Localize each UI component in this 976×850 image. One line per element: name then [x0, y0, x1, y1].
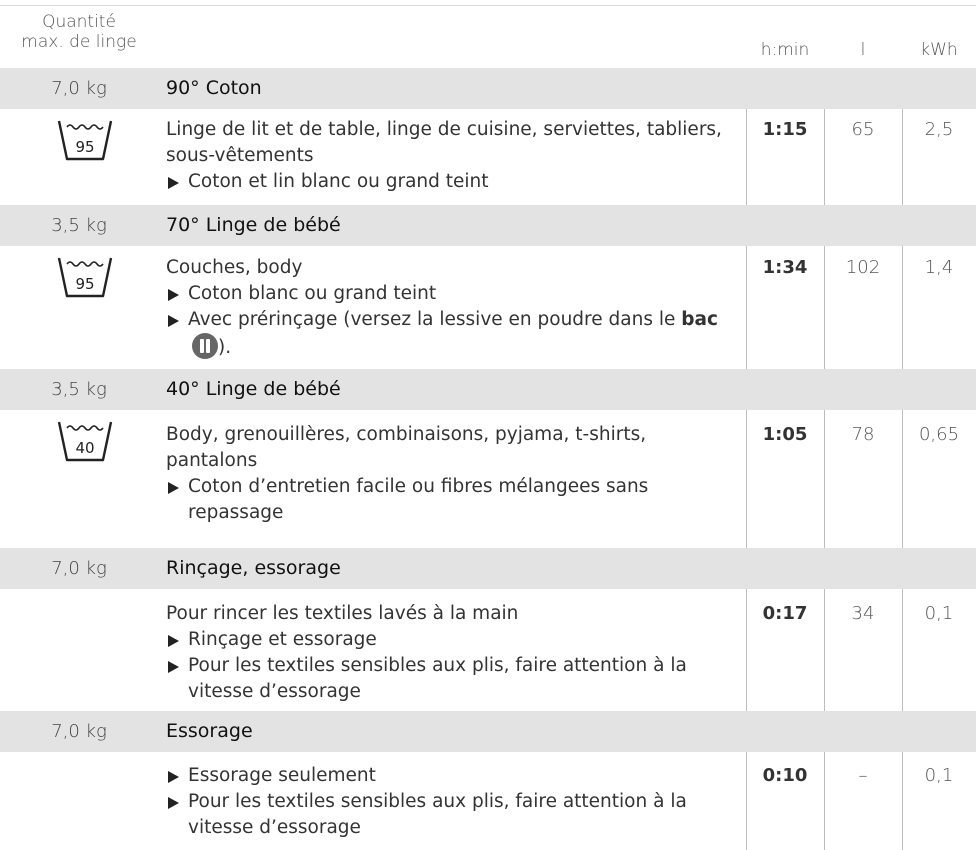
wash-temperature: 40 — [75, 439, 94, 457]
program-water: 65 — [851, 119, 875, 140]
wash-tub-icon: 40 — [57, 421, 113, 462]
header-quantity-line2: max. de linge — [21, 32, 137, 52]
program-title: Rinçage, essorage — [166, 557, 341, 579]
program-energy: 2,5 — [924, 119, 954, 140]
program-water: – — [858, 765, 868, 786]
program-band: 7,0 kg 90° Coton — [0, 68, 976, 109]
bullet-item: Coton et lin blanc ou grand teint — [166, 169, 736, 195]
program-energy: 0,65 — [918, 424, 960, 445]
program-energy: 0,1 — [924, 765, 954, 786]
program-load: 7,0 kg — [51, 721, 107, 742]
program-row: 95 Linge de lit et de table, linge de cu… — [0, 109, 976, 205]
program-description: Pour rincer les textiles lavés à la main… — [166, 601, 736, 705]
program-load: 3,5 kg — [51, 379, 107, 400]
program-title: 70° Linge de bébé — [166, 214, 341, 236]
program-time: 1:05 — [762, 424, 808, 445]
bullet-tail: ). — [218, 337, 232, 358]
program-energy: 0,1 — [924, 603, 954, 624]
program-description: Linge de lit et de table, linge de cuisi… — [166, 117, 736, 195]
program-band: 3,5 kg 70° Linge de bébé — [0, 205, 976, 246]
header-quantity-line1: Quantité — [42, 12, 116, 32]
program-time: 1:15 — [762, 119, 808, 140]
header-quantity: Quantité max. de linge — [0, 12, 158, 52]
wash-temperature: 95 — [75, 138, 94, 156]
program-title: 90° Coton — [166, 77, 262, 99]
program-load: 3,5 kg — [51, 215, 107, 236]
wash-temperature: 95 — [75, 275, 94, 293]
program-row: 40 Body, grenouillères, combinaisons, py… — [0, 410, 976, 548]
program-row: Essorage seulement Pour les textiles sen… — [0, 752, 976, 850]
program-description: Essorage seulement Pour les textiles sen… — [166, 763, 736, 841]
program-load: 7,0 kg — [51, 78, 107, 99]
bullet-item: Pour les textiles sensibles aux plis, fa… — [166, 789, 736, 841]
header-time: h:min — [760, 40, 810, 60]
program-table: Quantité max. de linge h:min l kWh 7,0 k… — [0, 0, 976, 850]
program-band: 7,0 kg Essorage — [0, 711, 976, 752]
description-text: Linge de lit et de table, linge de cuisi… — [166, 119, 722, 166]
program-band: 7,0 kg Rinçage, essorage — [0, 548, 976, 589]
program-title: Essorage — [166, 720, 253, 742]
program-band: 3,5 kg 40° Linge de bébé — [0, 369, 976, 410]
wash-tub-icon: 95 — [57, 120, 113, 161]
top-rule — [0, 5, 976, 6]
program-description: Couches, body Coton blanc ou grand teint… — [166, 255, 736, 361]
program-time: 0:10 — [762, 765, 808, 786]
compartment-2-icon — [192, 333, 218, 359]
wash-tub-icon: 95 — [57, 257, 113, 298]
program-water: 102 — [845, 257, 881, 278]
bullet-item: Avec prérinçage (versez la lessive en po… — [166, 307, 736, 361]
bullet-item: Coton blanc ou grand teint — [166, 281, 736, 307]
bullet-text: Avec prérinçage (versez la lessive en po… — [188, 309, 676, 330]
program-energy: 1,4 — [924, 257, 954, 278]
program-time: 1:34 — [762, 257, 808, 278]
bullet-item: Rinçage et essorage — [166, 627, 736, 653]
header-water: l — [860, 40, 866, 60]
description-text: Pour rincer les textiles lavés à la main — [166, 603, 519, 624]
header-energy: kWh — [920, 40, 958, 60]
bullet-item: Coton d’entretien facile ou fibres mélan… — [166, 474, 736, 526]
compartment-label: bac — [681, 309, 718, 330]
bullet-item: Pour les textiles sensibles aux plis, fa… — [166, 653, 736, 705]
bullet-item: Essorage seulement — [166, 763, 736, 789]
program-title: 40° Linge de bébé — [166, 378, 341, 400]
description-text: Body, grenouillères, combinaisons, pyjam… — [166, 424, 647, 471]
program-description: Body, grenouillères, combinaisons, pyjam… — [166, 422, 736, 526]
description-text: Couches, body — [166, 257, 303, 278]
program-water: 34 — [851, 603, 875, 624]
program-water: 78 — [851, 424, 875, 445]
program-load: 7,0 kg — [51, 558, 107, 579]
program-row: 95 Couches, body Coton blanc ou grand te… — [0, 246, 976, 369]
program-row: Pour rincer les textiles lavés à la main… — [0, 589, 976, 711]
program-time: 0:17 — [762, 603, 808, 624]
